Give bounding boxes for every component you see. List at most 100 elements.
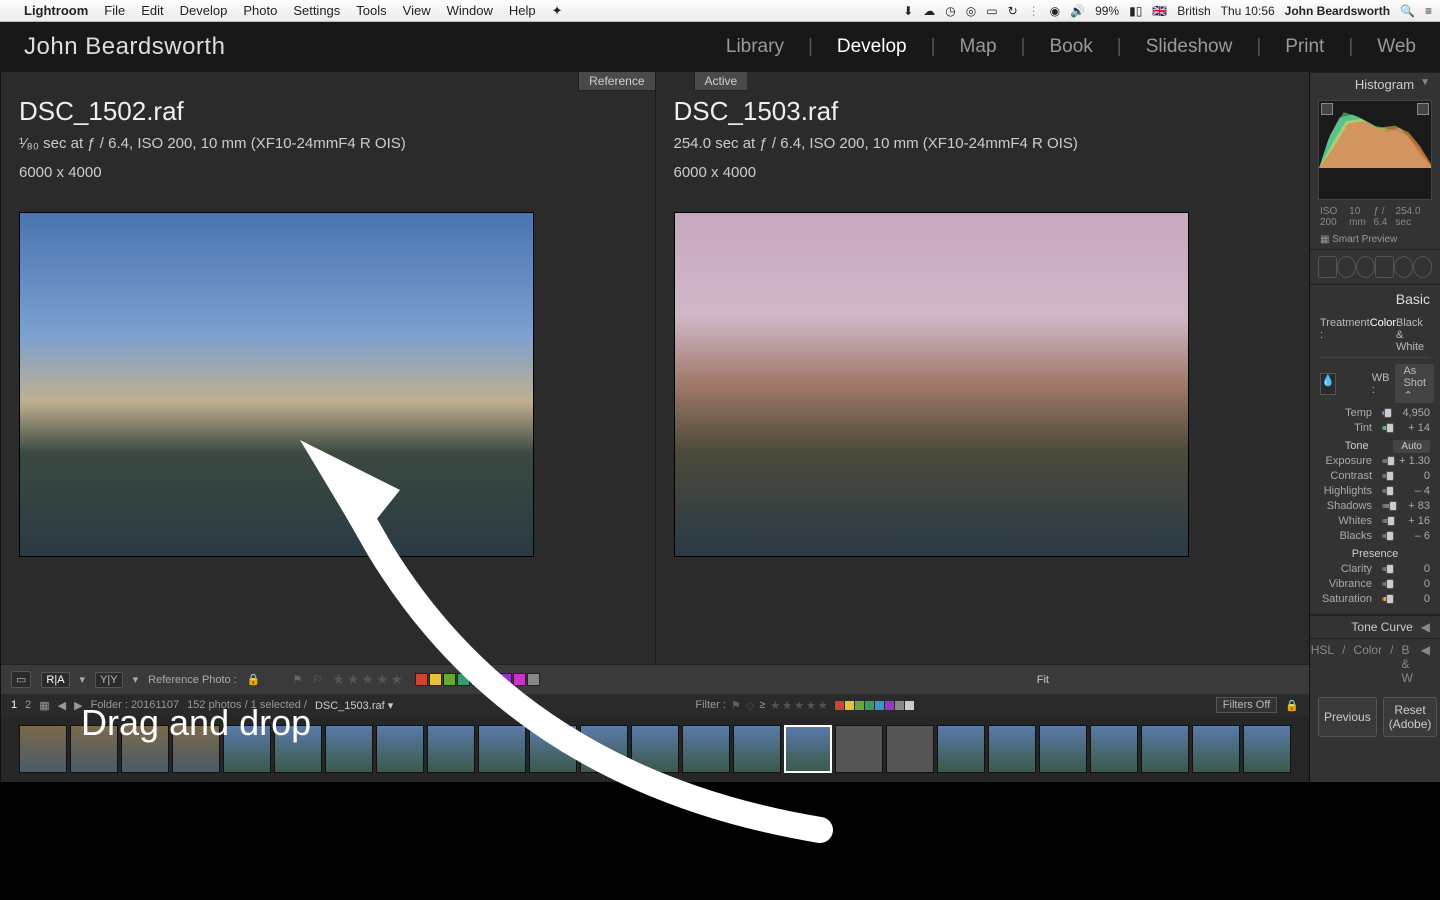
spotlight-icon[interactable]: 🔍 xyxy=(1400,4,1415,18)
treatment-bw[interactable]: Black & White xyxy=(1396,317,1430,353)
module-print[interactable]: Print xyxy=(1285,36,1324,58)
filmstrip-thumb[interactable] xyxy=(19,725,67,773)
reset-button[interactable]: Reset (Adobe) xyxy=(1383,697,1438,737)
filter-lock-icon[interactable]: 🔒 xyxy=(1285,699,1299,712)
filmstrip-thumb[interactable] xyxy=(784,725,832,773)
rating-stars[interactable]: ★★★★★ xyxy=(332,671,405,688)
radial-tool-icon[interactable] xyxy=(1394,256,1413,278)
zoom-fit[interactable]: Fit xyxy=(1037,674,1049,686)
bluetooth-icon[interactable]: ⋮ xyxy=(1028,4,1040,18)
brush-tool-icon[interactable] xyxy=(1413,256,1432,278)
module-library[interactable]: Library xyxy=(726,36,784,58)
filter-colors[interactable] xyxy=(835,701,914,710)
filmstrip-thumb[interactable] xyxy=(682,725,730,773)
wb-preset-select[interactable]: As Shot ⌃ xyxy=(1395,364,1434,403)
filter-stars[interactable]: ★★★★★ xyxy=(770,699,829,712)
menu-window[interactable]: Window xyxy=(447,3,493,18)
menu-view[interactable]: View xyxy=(403,3,431,18)
active-photo[interactable] xyxy=(674,212,1189,557)
filter-color-swatch[interactable] xyxy=(855,701,864,710)
slider-exposure[interactable] xyxy=(1382,459,1390,463)
filmstrip-thumb[interactable] xyxy=(1243,725,1291,773)
display-icon[interactable]: ▭ xyxy=(986,4,997,18)
filter-color-swatch[interactable] xyxy=(885,701,894,710)
cloud-icon[interactable]: ☁ xyxy=(923,4,935,18)
input-lang[interactable]: British xyxy=(1177,4,1210,18)
module-develop[interactable]: Develop xyxy=(837,36,907,58)
color-swatch[interactable] xyxy=(527,673,540,686)
basic-header[interactable]: Basic xyxy=(1320,291,1430,307)
color-swatch[interactable] xyxy=(415,673,428,686)
filmstrip-thumb[interactable] xyxy=(427,725,475,773)
filmstrip-thumb[interactable] xyxy=(631,725,679,773)
spot-tool-icon[interactable] xyxy=(1337,256,1356,278)
filmstrip-thumb[interactable] xyxy=(580,725,628,773)
grid-icon[interactable]: ▦ xyxy=(39,699,49,712)
filmstrip-thumb[interactable] xyxy=(937,725,985,773)
filter-color-swatch[interactable] xyxy=(835,701,844,710)
slider-contrast[interactable] xyxy=(1382,474,1390,478)
wb-picker-icon[interactable]: 💧 xyxy=(1320,373,1336,395)
menu-settings[interactable]: Settings xyxy=(293,3,340,18)
second-monitor-1[interactable]: 1 xyxy=(11,699,17,711)
filmstrip-thumb[interactable] xyxy=(1039,725,1087,773)
filmstrip-thumb[interactable] xyxy=(1141,725,1189,773)
filmstrip-thumb[interactable] xyxy=(733,725,781,773)
battery-status[interactable]: 99% xyxy=(1095,4,1119,18)
filmstrip-thumb[interactable] xyxy=(988,725,1036,773)
menu-tools[interactable]: Tools xyxy=(356,3,386,18)
slider-vibrance[interactable] xyxy=(1382,582,1390,586)
filmstrip-thumb[interactable] xyxy=(886,725,934,773)
filmstrip-thumb[interactable] xyxy=(1192,725,1240,773)
tonecurve-header[interactable]: Tone Curve ◀ xyxy=(1310,615,1440,638)
user-name[interactable]: John Beardsworth xyxy=(1285,4,1390,18)
color-swatch[interactable] xyxy=(499,673,512,686)
app-name[interactable]: Lightroom xyxy=(24,3,88,18)
slider-tint[interactable] xyxy=(1382,426,1390,430)
color-swatch[interactable] xyxy=(513,673,526,686)
flag-pick-icon[interactable]: ⚑ xyxy=(293,673,303,686)
menu-help[interactable]: Help xyxy=(509,3,536,18)
clock-icon[interactable]: ◷ xyxy=(945,4,955,18)
filmstrip-thumb[interactable] xyxy=(478,725,526,773)
slider-shadows[interactable] xyxy=(1382,504,1390,508)
flag-icon[interactable]: 🇬🇧 xyxy=(1152,4,1167,18)
filter-color-swatch[interactable] xyxy=(865,701,874,710)
menu-photo[interactable]: Photo xyxy=(243,3,277,18)
reference-photo[interactable] xyxy=(19,212,534,557)
histogram-header[interactable]: Histogram▼ xyxy=(1310,72,1440,96)
script-icon[interactable]: ✦ xyxy=(552,3,563,19)
ba-menu-chevron[interactable]: ▾ xyxy=(133,673,139,686)
module-map[interactable]: Map xyxy=(960,36,997,58)
filmstrip-thumb[interactable] xyxy=(325,725,373,773)
filter-color-swatch[interactable] xyxy=(875,701,884,710)
filmstrip-thumb[interactable] xyxy=(529,725,577,773)
histogram[interactable] xyxy=(1318,100,1432,200)
color-label-swatches[interactable] xyxy=(415,673,540,686)
selected-file[interactable]: DSC_1503.raf ▾ xyxy=(315,699,393,712)
volume-icon[interactable]: 🔊 xyxy=(1070,4,1085,18)
treatment-color[interactable]: Color xyxy=(1370,317,1396,353)
module-book[interactable]: Book xyxy=(1049,36,1092,58)
clock[interactable]: Thu 10:56 xyxy=(1221,4,1275,18)
auto-tone-button[interactable]: Auto xyxy=(1393,440,1430,453)
hsl-header[interactable]: HSL / Color / B & W ◀ xyxy=(1310,638,1440,689)
menu-edit[interactable]: Edit xyxy=(141,3,163,18)
ref-menu-chevron[interactable]: ▾ xyxy=(80,673,86,686)
filter-color-swatch[interactable] xyxy=(895,701,904,710)
prev-photo-icon[interactable]: ◀ xyxy=(58,699,66,712)
filmstrip-thumb[interactable] xyxy=(835,725,883,773)
slider-saturation[interactable] xyxy=(1382,597,1390,601)
slider-temp[interactable] xyxy=(1382,411,1390,415)
flag-reject-icon[interactable]: ⚐ xyxy=(312,673,322,686)
module-slideshow[interactable]: Slideshow xyxy=(1146,36,1233,58)
slider-whites[interactable] xyxy=(1382,519,1390,523)
color-swatch[interactable] xyxy=(443,673,456,686)
wifi-icon[interactable]: ◉ xyxy=(1050,4,1060,18)
slider-blacks[interactable] xyxy=(1382,534,1390,538)
color-swatch[interactable] xyxy=(485,673,498,686)
filter-flag2-icon[interactable]: ◇ xyxy=(746,699,754,712)
lock-icon[interactable]: 🔒 xyxy=(247,673,261,686)
filmstrip-thumb[interactable] xyxy=(376,725,424,773)
cc-icon[interactable]: ◎ xyxy=(966,4,976,18)
